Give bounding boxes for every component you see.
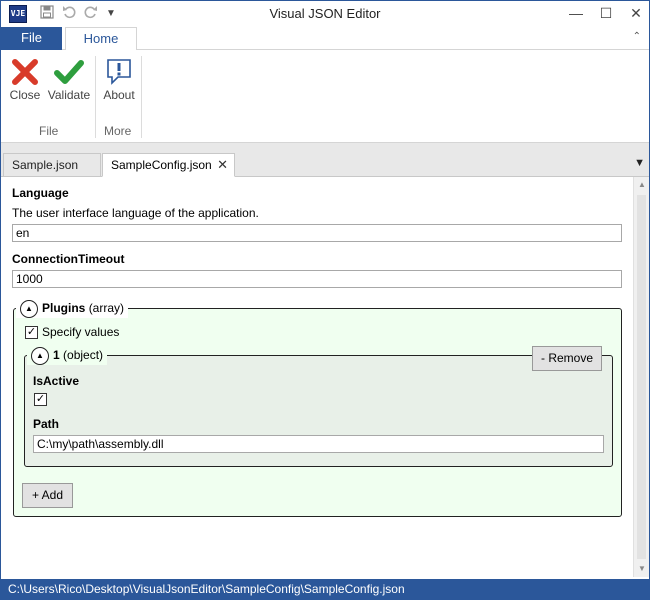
plugin-item-header: ▲ 1 (object) [27,346,108,365]
about-icon [99,54,139,88]
status-bar: C:\Users\Rico\Desktop\VisualJsonEditor\S… [1,579,649,599]
checkmark-icon [45,54,93,88]
scroll-up-icon[interactable]: ▲ [634,177,650,193]
plugins-array-group: ▲ Plugins (array) ✓ Specify values ▲ 1 (ob… [13,299,622,517]
connection-timeout-input[interactable]: 1000 [12,270,622,288]
plugins-title: Plugins [42,301,86,315]
plugins-type-hint: (array) [88,301,125,315]
minimize-icon[interactable]: — [561,1,591,27]
maximize-icon[interactable]: ☐ [591,1,621,27]
close-window-icon[interactable]: ✕ [621,1,650,27]
collapse-item-icon[interactable]: ▲ [31,346,49,365]
tab-sample-json[interactable]: Sample.json [3,153,101,177]
ribbon-group-separator [95,56,96,138]
tab-sampleconfig-json[interactable]: SampleConfig.json ✕ [102,153,235,177]
collapse-plugins-icon[interactable]: ▲ [20,299,38,318]
plugin-item-object: ▲ 1 (object) - Remove IsActive ✓ Path C:\… [24,346,613,467]
ribbon-group-separator [141,56,142,138]
tab-label: SampleConfig.json [111,158,212,172]
editor-content: Language The user interface language of … [1,177,633,577]
close-tab-icon[interactable]: ✕ [217,154,228,176]
remove-item-button[interactable]: - Remove [532,346,602,371]
tab-home[interactable]: Home [65,27,137,51]
language-title: Language [12,186,69,200]
validate-button-label: Validate [47,88,91,102]
language-input[interactable]: en [12,224,622,242]
vertical-scrollbar[interactable]: ▲ ▼ [633,177,649,577]
specify-values-label: Specify values [42,325,120,339]
ribbon-group-file-label: File [39,124,59,138]
specify-values-checkbox[interactable]: ✓ [25,326,38,339]
collapse-ribbon-icon[interactable]: ⌃ [633,31,641,42]
ribbon-panel: Close Validate File About More [1,50,649,143]
app-window: VJE ▼ Visual JSON Editor — ☐ ✕ File Home… [0,0,650,600]
path-input[interactable]: C:\my\path\assembly.dll [33,435,604,453]
scroll-thumb[interactable] [637,195,646,559]
window-title: Visual JSON Editor [269,6,381,21]
is-active-checkbox[interactable]: ✓ [34,393,47,406]
add-item-button[interactable]: + Add [22,483,73,508]
about-button[interactable]: About [99,54,139,110]
item-index: 1 [53,348,60,362]
tab-label: Sample.json [12,158,79,172]
ribbon-tab-strip: File Home ⌃ [1,27,649,51]
is-active-title: IsActive [33,374,80,388]
item-type-hint: (object) [63,348,104,362]
path-title: Path [33,417,60,431]
connection-timeout-title: ConnectionTimeout [12,252,125,266]
close-button-label: Close [9,88,41,102]
language-description: The user interface language of the appli… [12,206,259,220]
ribbon-group-more-label: More [104,124,132,138]
status-file-path: C:\Users\Rico\Desktop\VisualJsonEditor\S… [8,582,405,596]
title-bar: VJE ▼ Visual JSON Editor — ☐ ✕ [1,1,649,27]
close-button[interactable]: Close [7,54,43,110]
about-button-label: About [103,88,135,102]
plugins-header: ▲ Plugins (array) [16,299,129,318]
tab-list-dropdown-icon[interactable]: ▼ [634,157,645,169]
scroll-down-icon[interactable]: ▼ [634,561,650,577]
close-icon [7,54,43,88]
tab-file[interactable]: File [1,27,62,50]
validate-button[interactable]: Validate [45,54,93,110]
document-tab-strip: Sample.json SampleConfig.json ✕ ▼ [1,143,649,177]
